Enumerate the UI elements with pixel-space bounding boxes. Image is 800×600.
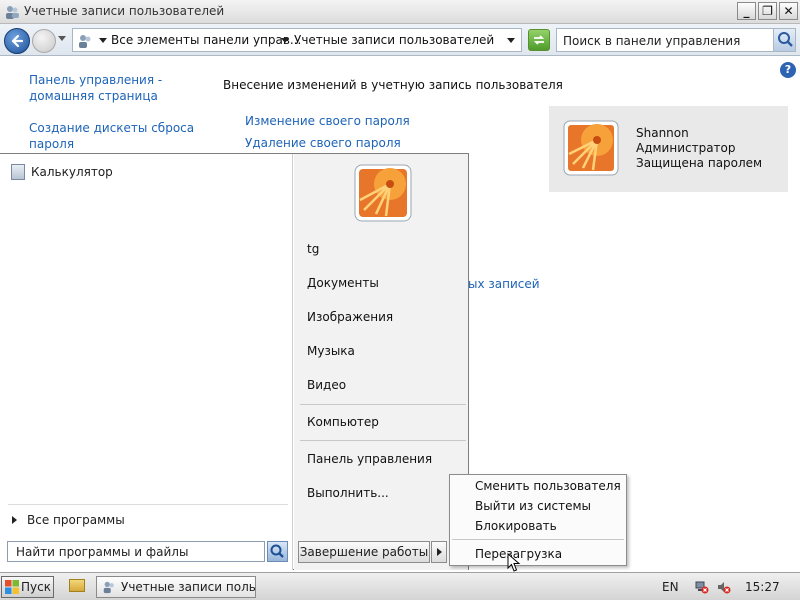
user-picture-flower (563, 120, 619, 176)
start-item-documents[interactable]: Документы (307, 276, 379, 290)
clock[interactable]: 15:27 (745, 580, 780, 594)
back-button[interactable] (4, 28, 30, 54)
window-titlebar: Учетные записи пользователей _ ❐ ✕ (0, 0, 800, 24)
taskbar: Пуск Учетные записи польз... EN 15:27 (0, 572, 800, 600)
search-placeholder: Поиск в панели управления (563, 34, 741, 48)
user-accounts-icon (103, 581, 114, 594)
search-icon (270, 544, 284, 558)
all-programs-label: Все программы (27, 513, 125, 527)
search-button[interactable] (773, 29, 795, 51)
volume-muted-icon[interactable] (717, 580, 731, 594)
window-title: Учетные записи пользователей (24, 4, 225, 18)
address-toolbar: Все элементы панели управ... Учетные зап… (0, 24, 800, 56)
close-button[interactable]: ✕ (779, 2, 798, 20)
user-picture-flower (354, 164, 412, 222)
start-item-run[interactable]: Выполнить... (307, 486, 389, 500)
start-button[interactable]: Пуск (1, 576, 54, 598)
maximize-button[interactable]: ❐ (758, 2, 777, 20)
calculator-icon (11, 164, 25, 180)
windows-logo-icon (5, 580, 19, 594)
user-accounts-icon (6, 6, 19, 19)
power-options-menu: Сменить пользователя Выйти из системы Бл… (449, 474, 627, 566)
divider (452, 539, 624, 540)
sidebar-link-reset-disk-line1: Создание дискеты сброса (29, 121, 195, 135)
start-label: Пуск (21, 580, 51, 594)
start-item-pictures[interactable]: Изображения (307, 310, 393, 324)
start-search-placeholder: Найти программы и файлы (16, 545, 189, 559)
sidebar-link-home-line1: Панель управления - (29, 73, 163, 87)
change-password-link[interactable]: Изменение своего пароля (245, 114, 410, 128)
taskbar-window-label: Учетные записи польз... (121, 580, 256, 594)
sidebar-link-reset-disk-line2: пароля (29, 137, 75, 151)
address-dropdown-icon[interactable] (507, 38, 515, 43)
sidebar-link-home[interactable]: Панель управления - домашняя страница (29, 72, 162, 104)
address-field[interactable]: Все элементы панели управ... Учетные зап… (72, 28, 522, 52)
manage-accounts-link[interactable]: ых записей (468, 277, 540, 291)
taskbar-window-user-accounts[interactable]: Учетные записи польз... (96, 576, 256, 598)
breadcrumb-all-items[interactable]: Все элементы панели управ... (111, 33, 301, 47)
refresh-icon (533, 35, 545, 45)
start-item-computer[interactable]: Компьютер (307, 415, 379, 429)
refresh-button[interactable] (528, 29, 550, 51)
sidebar-link-home-line2: домашняя страница (29, 89, 158, 103)
divider (8, 504, 288, 505)
breadcrumb-user-accounts[interactable]: Учетные записи пользователей (294, 33, 494, 47)
menu-item-switch-user[interactable]: Сменить пользователя (475, 479, 621, 493)
arrow-right-icon (12, 516, 17, 524)
start-menu-places-pane: tg Документы Изображения Музыка Видео Ко… (294, 154, 468, 570)
breadcrumb-chevron-icon[interactable] (99, 38, 107, 43)
start-item-videos[interactable]: Видео (307, 378, 346, 392)
divider (300, 404, 466, 405)
user-name: Shannon (636, 126, 689, 140)
control-panel-icon (79, 35, 91, 48)
program-label: Калькулятор (31, 165, 113, 179)
start-menu-programs-pane: Калькулятор Все программы Найти программ… (0, 154, 293, 570)
help-icon[interactable]: ? (780, 62, 796, 78)
start-menu: Калькулятор Все программы Найти программ… (0, 153, 469, 570)
user-status: Защищена паролем (636, 156, 763, 170)
back-arrow-icon (11, 34, 24, 48)
all-programs-item[interactable]: Все программы (12, 513, 125, 527)
forward-button[interactable] (32, 29, 56, 53)
user-account-card: Shannon Администратор Защищена паролем (549, 106, 788, 192)
mouse-cursor-icon (507, 553, 521, 572)
language-indicator[interactable]: EN (662, 580, 679, 594)
explorer-folder-icon[interactable] (69, 579, 85, 592)
control-panel-search-input[interactable]: Поиск в панели управления (556, 28, 796, 52)
shutdown-button[interactable]: Завершение работы (298, 541, 430, 563)
program-item-calculator[interactable]: Калькулятор (11, 164, 113, 180)
network-disconnected-icon[interactable] (695, 580, 709, 594)
recent-pages-chevron-icon[interactable] (58, 36, 66, 41)
user-role: Администратор (636, 141, 736, 155)
search-icon (778, 32, 793, 47)
start-item-control-panel[interactable]: Панель управления (307, 452, 432, 466)
page-title: Внесение изменений в учетную запись поль… (223, 78, 563, 92)
start-item-user-folder[interactable]: tg (307, 242, 319, 256)
divider (300, 440, 466, 441)
power-options-button[interactable] (431, 541, 447, 563)
start-search-input[interactable]: Найти программы и файлы (7, 541, 265, 562)
minimize-button[interactable]: _ (737, 2, 756, 20)
start-search-button[interactable] (267, 541, 288, 562)
arrow-right-icon (437, 548, 442, 556)
sidebar-link-reset-disk[interactable]: Создание дискеты сброса пароля (29, 120, 194, 152)
breadcrumb-chevron-icon[interactable] (281, 38, 289, 43)
remove-password-link[interactable]: Удаление своего пароля (245, 136, 401, 150)
menu-item-lock[interactable]: Блокировать (475, 519, 557, 533)
menu-item-log-off[interactable]: Выйти из системы (475, 499, 591, 513)
start-item-music[interactable]: Музыка (307, 344, 355, 358)
system-tray: EN 15:27 (655, 576, 800, 598)
